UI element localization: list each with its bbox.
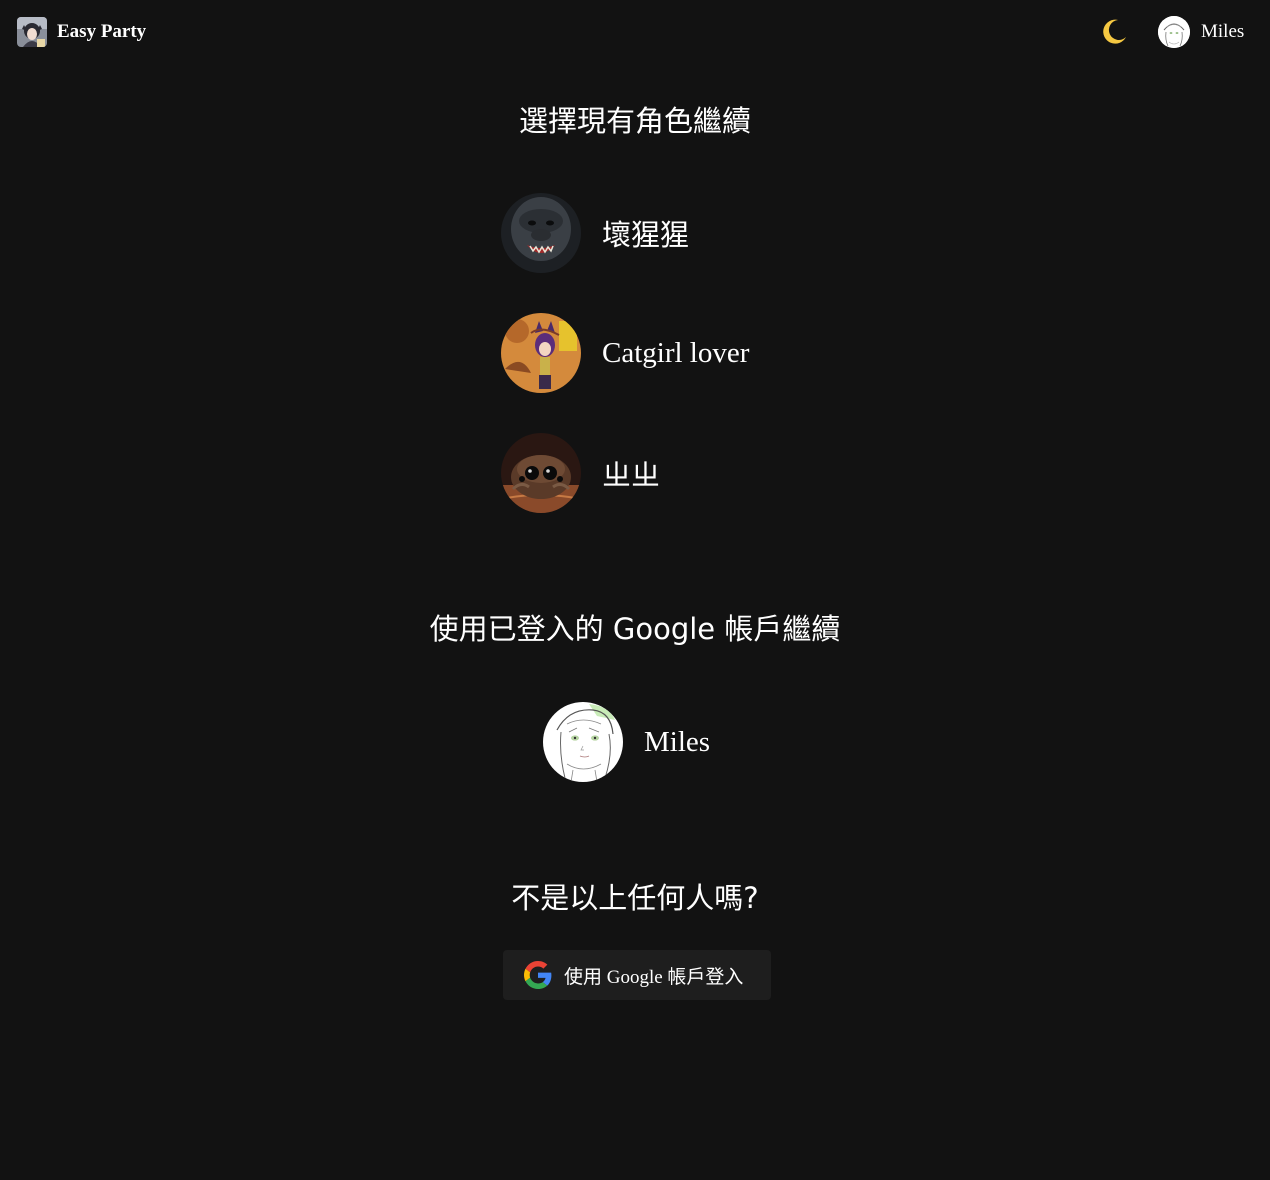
spider-avatar-icon: [501, 433, 581, 513]
other-account-title: 不是以上任何人嗎?: [511, 881, 759, 915]
brand-home-link[interactable]: Easy Party: [17, 17, 146, 47]
google-account-item[interactable]: Miles: [543, 702, 710, 782]
character-item[interactable]: Catgirl lover: [501, 313, 749, 393]
character-item[interactable]: 壞猩猩: [501, 193, 689, 273]
google-g-icon: [524, 961, 552, 989]
brand-name: Easy Party: [57, 21, 147, 42]
characters-title: 選擇現有角色繼續: [518, 104, 751, 138]
user-avatar-icon: [1158, 16, 1190, 48]
google-account-name: Miles: [644, 725, 711, 758]
character-name: ㄓㄓ: [602, 460, 661, 492]
top-bar: Easy Party Miles: [0, 0, 1270, 66]
user-name: Miles: [1201, 21, 1245, 42]
sketch-girl-avatar-icon: [543, 702, 623, 782]
google-sign-in-label: 使用 Google 帳戶登入: [564, 966, 744, 988]
gorilla-avatar-icon: [501, 193, 581, 273]
moon-icon[interactable]: [1099, 17, 1129, 47]
character-item[interactable]: ㄓㄓ: [501, 433, 660, 513]
user-menu[interactable]: Miles: [1158, 16, 1244, 48]
google-accounts-title: 使用已登入的 Google 帳戶繼續: [429, 612, 841, 646]
brand-logo-icon: [17, 17, 47, 47]
character-name: Catgirl lover: [602, 336, 750, 369]
catgirl-avatar-icon: [501, 313, 581, 393]
google-sign-in-button[interactable]: 使用 Google 帳戶登入: [503, 950, 771, 1000]
character-name: 壞猩猩: [602, 220, 690, 252]
